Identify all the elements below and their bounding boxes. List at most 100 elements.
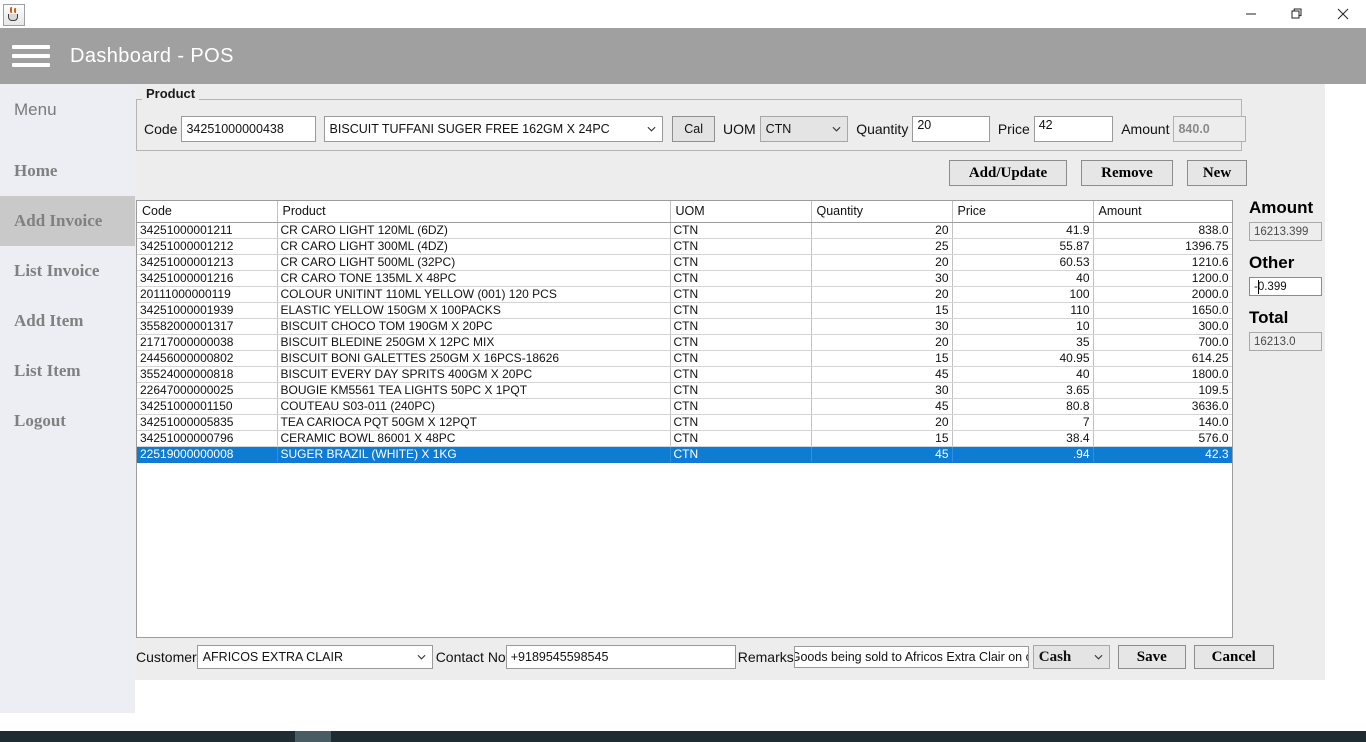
totals-amount-label: Amount	[1249, 198, 1314, 217]
cell-price: 41.9	[952, 222, 1094, 239]
table-row[interactable]: 34251000001216 CR CARO TONE 135ML X 48PC C…	[137, 270, 1232, 287]
sidebar-heading: Menu	[14, 100, 57, 119]
action-buttons: Add/Update Remove New	[949, 160, 1247, 186]
table-row[interactable]: 21717000000038 BISCUIT BLEDINE 250GM X 12…	[137, 334, 1232, 351]
sidebar-item-home[interactable]: Home	[0, 146, 135, 196]
column-header-product[interactable]: Product	[277, 201, 671, 223]
cell-price: 80.8	[952, 398, 1094, 415]
table-row[interactable]: 34251000000796 CERAMIC BOWL 86001 X 48PC C…	[137, 430, 1232, 447]
cell-product: BISCUIT CHOCO TOM 190GM X 20PC	[277, 318, 671, 335]
add-update-button[interactable]: Add/Update	[949, 160, 1067, 186]
table-row[interactable]: 34251000001212 CR CARO LIGHT 300ML (4DZ) C…	[137, 238, 1232, 255]
column-header-price[interactable]: Price	[952, 201, 1094, 223]
table-row[interactable]: 20111000000119 COLOUR UNITINT 110ML YELLO…	[137, 286, 1232, 303]
table-row[interactable]: 35582000001317 BISCUIT CHOCO TOM 190GM X …	[137, 318, 1232, 335]
java-coffee-cup-icon	[3, 3, 25, 26]
window-controls	[1228, 0, 1366, 28]
cell-product: CERAMIC BOWL 86001 X 48PC	[277, 430, 671, 447]
customer-select-value: AFRICOS EXTRA CLAIR	[202, 650, 343, 664]
product-select[interactable]: BISCUIT TUFFANI SUGER FREE 162GM X 24PC	[323, 116, 664, 142]
cancel-button[interactable]: Cancel	[1193, 645, 1274, 669]
taskbar-active-item[interactable]	[295, 731, 331, 742]
totals-other-label: Other	[1249, 253, 1295, 272]
column-header-uom[interactable]: UOM	[670, 201, 812, 223]
cell-price: 60.53	[952, 254, 1094, 271]
table-row[interactable]: 34251000001213 CR CARO LIGHT 500ML (32PC)…	[137, 254, 1232, 271]
cell-code: 34251000001216	[137, 270, 278, 287]
table-row[interactable]: 34251000001150 COUTEAU S03-011 (240PC) CTN…	[137, 398, 1232, 415]
column-header-amount[interactable]: Amount	[1093, 201, 1232, 223]
close-icon[interactable]	[1320, 0, 1366, 28]
cell-quantity: 20	[811, 254, 953, 271]
quantity-input[interactable]: 20	[912, 116, 990, 142]
cell-product: SUGER BRAZIL (WHITE) X 1KG	[277, 446, 671, 463]
table-row[interactable]: 34251000001939 ELASTIC YELLOW 150GM X 100…	[137, 302, 1232, 319]
sidebar: Menu Home Add Invoice List Invoice Add I…	[0, 84, 135, 713]
code-label: Code	[144, 121, 178, 137]
sidebar-item-add-invoice[interactable]: Add Invoice	[0, 196, 135, 246]
cell-amount: 3636.0	[1093, 398, 1232, 415]
table-row[interactable]: 24456000000802 BISCUIT BONI GALETTES 250G…	[137, 350, 1232, 367]
cal-button[interactable]: Cal	[672, 116, 715, 142]
totals-total-label: Total	[1249, 308, 1289, 327]
cell-uom: CTN	[670, 270, 812, 287]
remarks-input[interactable]: Goods being sold to Africos Extra Clair …	[793, 646, 1029, 668]
cell-quantity: 15	[811, 430, 953, 447]
sidebar-item-add-item[interactable]: Add Item	[0, 296, 135, 346]
os-taskbar	[0, 731, 1366, 742]
cell-code: 35524000000818	[137, 366, 278, 383]
amount-output: 840.0	[1173, 116, 1246, 142]
sidebar-item-list-invoice[interactable]: List Invoice	[0, 246, 135, 296]
table-body: 34251000001211 CR CARO LIGHT 120ML (6DZ) C…	[137, 222, 1232, 463]
table-row[interactable]: 35524000000818 BISCUIT EVERY DAY SPRITS 4…	[137, 366, 1232, 383]
cell-quantity: 30	[811, 318, 953, 335]
column-header-code[interactable]: Code	[137, 201, 278, 223]
sidebar-item-logout[interactable]: Logout	[0, 396, 135, 446]
new-button[interactable]: New	[1187, 160, 1247, 186]
remove-button[interactable]: Remove	[1081, 160, 1173, 186]
uom-select[interactable]: CTN	[759, 116, 849, 142]
app-header: Dashboard - POS	[0, 28, 1366, 84]
product-groupbox-legend: Product	[142, 86, 200, 101]
customer-label: Customer	[136, 649, 197, 665]
column-header-quantity[interactable]: Quantity	[811, 201, 953, 223]
invoice-items-table[interactable]: Code Product UOM Quantity Price Amount 3…	[136, 200, 1233, 638]
cell-amount: 838.0	[1093, 222, 1232, 239]
quantity-label: Quantity	[856, 121, 909, 137]
cell-amount: 42.3	[1093, 446, 1232, 463]
restore-icon[interactable]	[1274, 0, 1320, 28]
table-row[interactable]: 34251000001211 CR CARO LIGHT 120ML (6DZ) C…	[137, 222, 1232, 239]
hamburger-menu-icon[interactable]	[12, 41, 50, 71]
cell-code: 34251000001213	[137, 254, 278, 271]
cell-code: 34251000005835	[137, 414, 278, 431]
payment-method-value: Cash	[1038, 648, 1072, 665]
uom-label: UOM	[722, 121, 756, 137]
cell-quantity: 15	[811, 350, 953, 367]
table-row[interactable]: 22519000000008 SUGER BRAZIL (WHITE) X 1KG…	[137, 446, 1232, 463]
price-input[interactable]: 42	[1033, 116, 1114, 142]
page-title: Dashboard - POS	[70, 44, 234, 67]
save-button[interactable]: Save	[1117, 645, 1186, 669]
customer-select[interactable]: AFRICOS EXTRA CLAIR	[196, 645, 433, 669]
cell-amount: 1200.0	[1093, 270, 1232, 287]
cell-price: .94	[952, 446, 1094, 463]
cell-uom: CTN	[670, 334, 812, 351]
cell-uom: CTN	[670, 286, 812, 303]
cell-uom: CTN	[670, 414, 812, 431]
payment-method-select[interactable]: Cash	[1032, 645, 1110, 669]
totals-other-input[interactable]: -0.399	[1249, 277, 1322, 296]
text-caret	[1258, 280, 1259, 294]
cell-product: COLOUR UNITINT 110ML YELLOW (001) 120 PC…	[277, 286, 671, 303]
uom-select-value: CTN	[765, 122, 792, 136]
contact-input[interactable]: +9189545598545	[505, 645, 736, 669]
table-row[interactable]: 22647000000025 BOUGIE KM5561 TEA LIGHTS 5…	[137, 382, 1232, 399]
table-row[interactable]: 34251000005835 TEA CARIOCA PQT 50GM X 12P…	[137, 414, 1232, 431]
cell-code: 22519000000008	[137, 446, 278, 463]
sidebar-item-label: Logout	[14, 411, 66, 430]
sidebar-item-label: List Item	[14, 361, 81, 380]
sidebar-menu: Home Add Invoice List Invoice Add Item L…	[0, 146, 135, 446]
cell-code: 34251000000796	[137, 430, 278, 447]
minimize-icon[interactable]	[1228, 0, 1274, 28]
sidebar-item-list-item[interactable]: List Item	[0, 346, 135, 396]
code-input[interactable]: 34251000000438	[181, 116, 316, 142]
